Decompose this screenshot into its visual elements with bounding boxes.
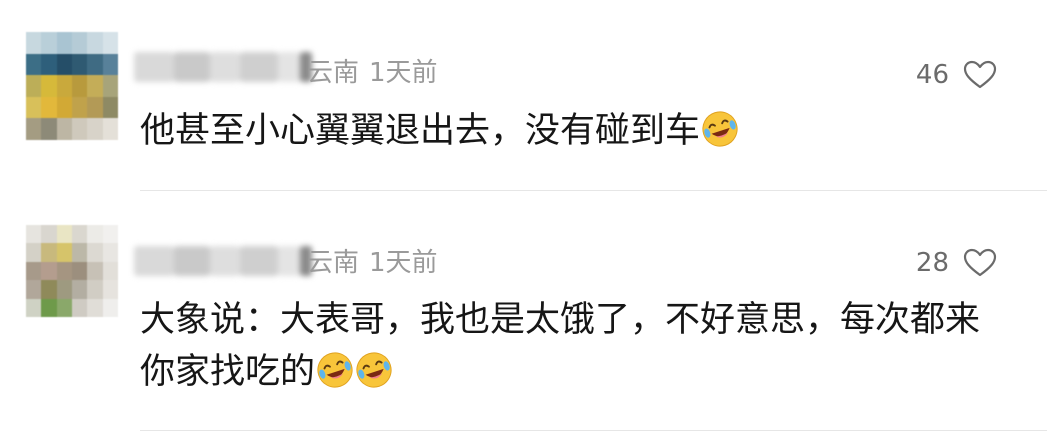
- divider: [140, 430, 1047, 431]
- divider: [140, 190, 1047, 191]
- location-label: 云南: [307, 58, 360, 88]
- location-label: 云南: [307, 248, 360, 278]
- username-blurred[interactable]: [134, 246, 312, 276]
- comment-text-content: 大象说：大表哥，我也是太饿了，不好意思，每次都来你家找吃的: [140, 300, 981, 392]
- like-button[interactable]: 28: [916, 248, 997, 278]
- timestamp: 1天前: [369, 248, 438, 278]
- username-blurred[interactable]: [134, 52, 312, 82]
- comment-text[interactable]: 大象说：大表哥，我也是太饿了，不好意思，每次都来你家找吃的: [140, 294, 1010, 398]
- laugh-cry-emoji-icon: [702, 111, 738, 147]
- avatar[interactable]: [26, 225, 118, 317]
- heart-icon[interactable]: [963, 60, 997, 90]
- comment-text-content: 他甚至小心翼翼退出去，没有碰到车: [140, 111, 701, 151]
- comment-text[interactable]: 他甚至小心翼翼退出去，没有碰到车: [140, 105, 1010, 157]
- like-count: 46: [915, 60, 949, 90]
- laugh-cry-emoji-icon: [317, 352, 353, 388]
- avatar[interactable]: [26, 32, 118, 140]
- like-button[interactable]: 46: [916, 60, 997, 90]
- laugh-cry-emoji-icon: [356, 352, 392, 388]
- like-count: 28: [915, 248, 949, 278]
- timestamp: 1天前: [369, 58, 438, 88]
- comment-meta: 云南 1天前: [307, 58, 438, 88]
- heart-icon[interactable]: [963, 248, 997, 278]
- comment-meta: 云南 1天前: [307, 248, 438, 278]
